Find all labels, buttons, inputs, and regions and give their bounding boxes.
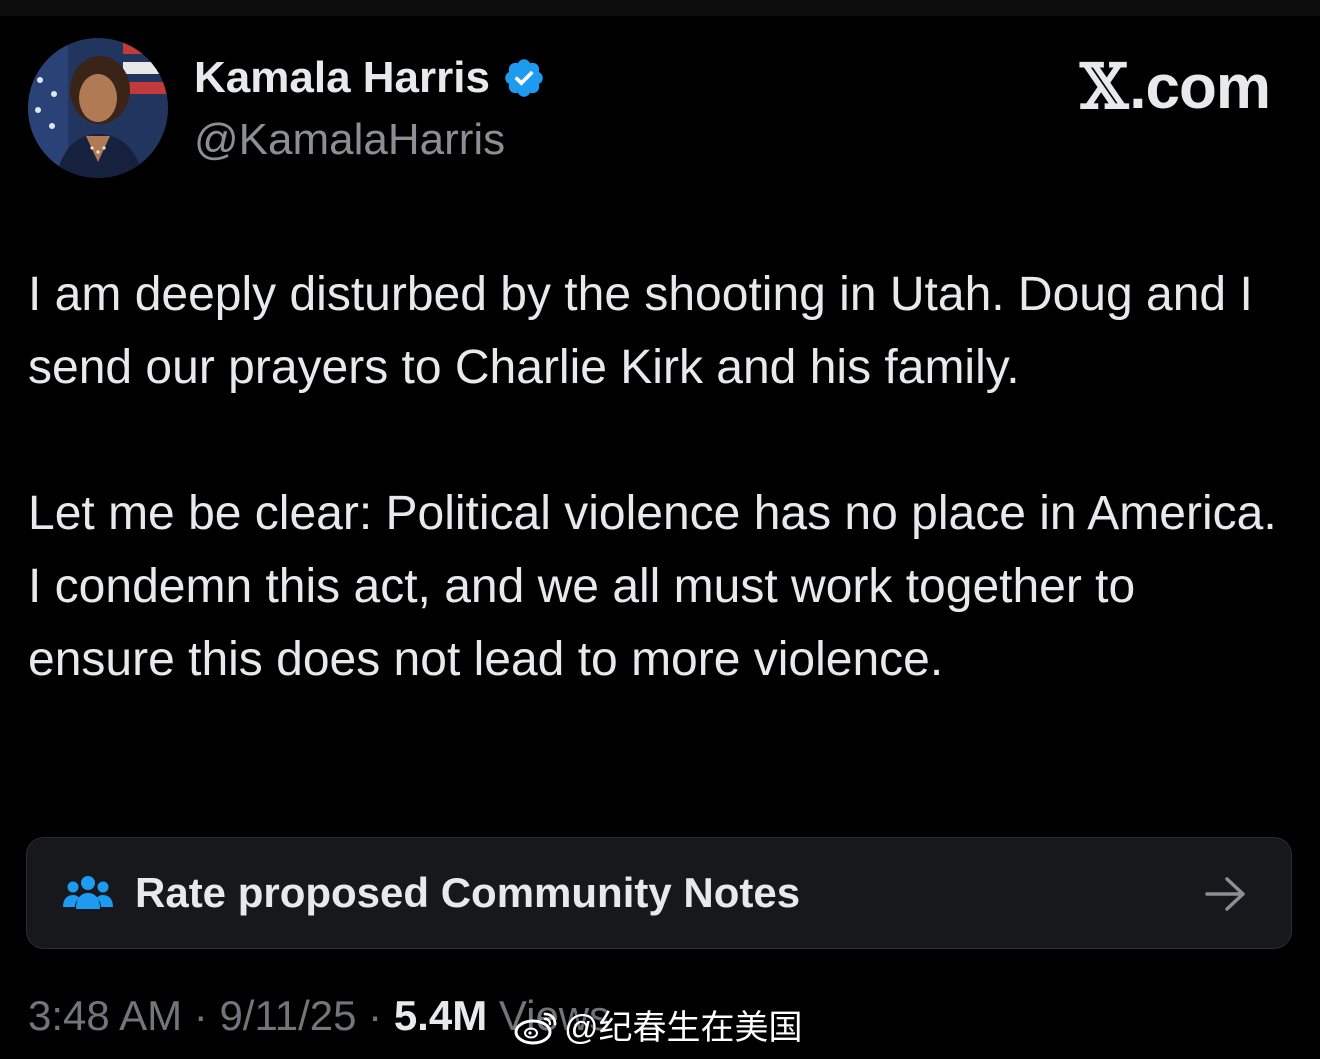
author-display-name[interactable]: Kamala Harris [194, 52, 490, 104]
profile-photo-icon [28, 38, 168, 178]
weibo-icon [514, 1010, 558, 1046]
meta-separator: · [368, 992, 383, 1039]
x-logo-icon: 𝕏 [1080, 50, 1128, 123]
watermark: @纪春生在美国 [514, 1006, 803, 1050]
verified-badge-icon[interactable] [502, 56, 546, 100]
tweet-text: I am deeply disturbed by the shooting in… [28, 258, 1290, 696]
meta-separator: · [193, 992, 208, 1039]
views-count[interactable]: 5.4M [394, 992, 487, 1039]
tweet-paragraph: Let me be clear: Political violence has … [28, 487, 1277, 686]
brand-suffix: .com [1129, 53, 1271, 122]
arrow-right-icon [1205, 874, 1247, 919]
community-notes-label: Rate proposed Community Notes [135, 869, 801, 916]
tweet-date[interactable]: 9/11/25 [219, 992, 356, 1039]
tweet-paragraph: I am deeply disturbed by the shooting in… [28, 268, 1253, 394]
brand-logo: 𝕏.com [1080, 50, 1271, 123]
tweet-time[interactable]: 3:48 AM [28, 992, 182, 1039]
author-name-row: Kamala Harris [194, 52, 546, 104]
author-handle[interactable]: @KamalaHarris [194, 114, 505, 166]
people-group-icon [63, 873, 113, 913]
watermark-text: @纪春生在美国 [564, 1009, 803, 1047]
avatar[interactable] [28, 38, 168, 178]
rate-community-notes-button[interactable]: Rate proposed Community Notes [26, 837, 1292, 949]
top-strip [0, 0, 1320, 16]
